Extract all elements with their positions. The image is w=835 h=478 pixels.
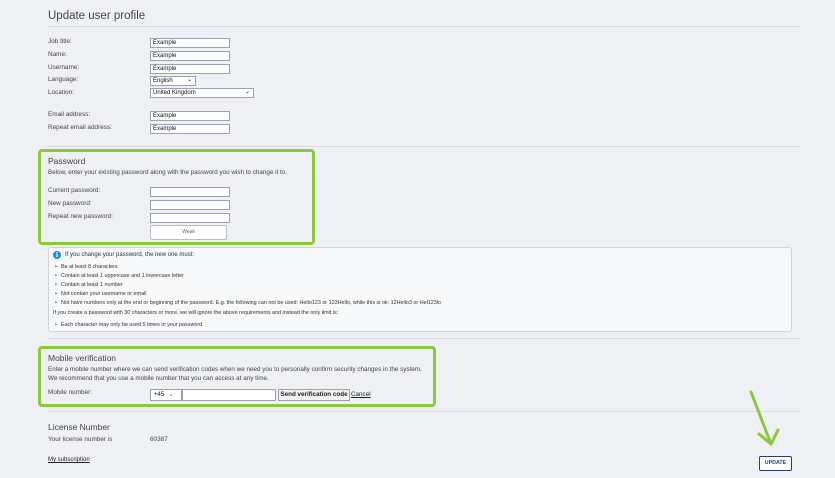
my-subscription-link[interactable]: My subscription — [48, 457, 90, 463]
info-icon: i — [53, 251, 61, 259]
rule-item: Each character may only be used 5 times … — [55, 322, 202, 328]
page-title: Update user profile — [48, 10, 146, 22]
location-label: Location: — [48, 89, 74, 96]
language-value: English — [153, 78, 173, 84]
arrow-down-icon — [749, 390, 780, 446]
username-label: Username: — [48, 64, 80, 71]
name-label: Name: — [48, 51, 67, 58]
mobile-highlight-box — [38, 346, 436, 407]
divider — [47, 338, 800, 339]
password-rules-heading: i If you change your password, the new o… — [53, 251, 194, 259]
chevron-down-icon: ⌄ — [186, 77, 192, 83]
repeat-email-input[interactable]: Example — [150, 124, 230, 134]
divider — [47, 146, 800, 147]
job-title-input[interactable]: Example — [150, 38, 230, 48]
location-value: United Kingdom — [153, 90, 196, 96]
username-input[interactable]: Example — [150, 64, 230, 74]
license-number-value: 60387 — [150, 436, 168, 443]
rule-item: Be at least 8 characters — [55, 264, 118, 270]
email-input[interactable]: Example — [150, 111, 230, 121]
repeat-email-label: Repeat email address: — [48, 124, 112, 131]
rule-item: Not contain your username or email — [55, 291, 146, 297]
chevron-down-icon: ⌄ — [244, 89, 250, 95]
divider — [47, 26, 800, 27]
divider — [47, 411, 800, 412]
name-input[interactable]: Example — [150, 51, 230, 61]
language-select[interactable]: English ⌄ — [150, 76, 196, 86]
password-highlight-box — [38, 149, 315, 245]
job-title-label: Job title: — [48, 38, 72, 45]
license-number-label: Your license number is — [48, 436, 113, 443]
long-password-note: If you create a password with 30 charact… — [53, 310, 339, 316]
license-section-title: License Number — [48, 422, 110, 432]
email-label: Email address: — [48, 111, 91, 118]
rule-item: Contain at least 1 number — [55, 282, 123, 288]
rules-heading-text: If you change your password, the new one… — [65, 252, 195, 258]
rule-item: Contain at least 1 uppercase and 1 lower… — [55, 273, 184, 279]
location-select[interactable]: United Kingdom ⌄ — [150, 88, 254, 98]
password-rules-box: i If you change your password, the new o… — [48, 247, 792, 332]
rule-item: Not have numbers only at the end or begi… — [55, 300, 441, 306]
update-button[interactable]: UPDATE — [759, 456, 792, 471]
language-label: Language: — [48, 76, 79, 83]
